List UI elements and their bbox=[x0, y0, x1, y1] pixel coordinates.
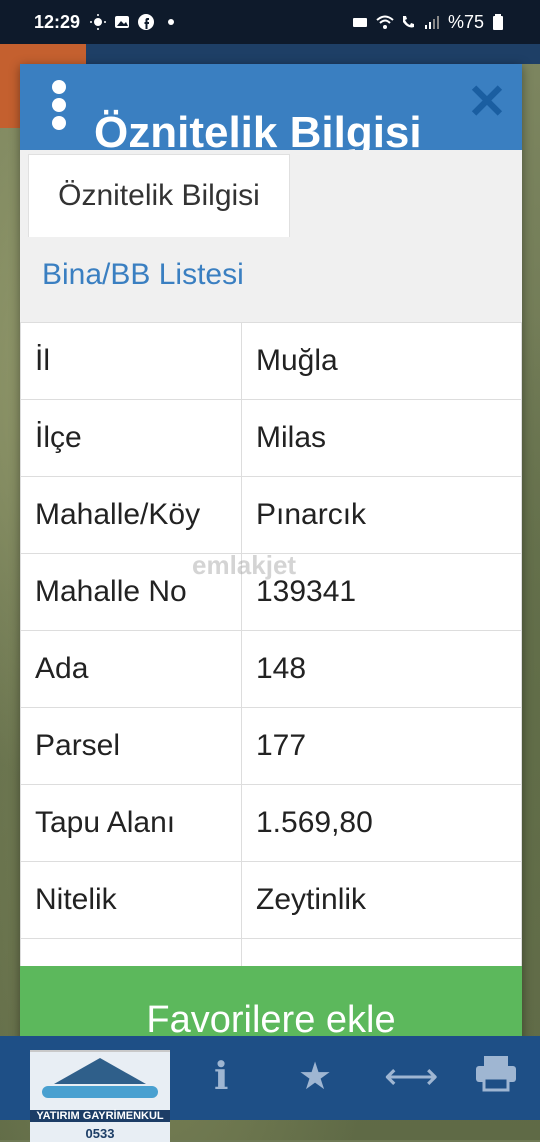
sun-icon bbox=[90, 14, 107, 30]
battery-icon bbox=[492, 14, 508, 30]
tab-attribute-info[interactable]: Öznitelik Bilgisi bbox=[28, 154, 290, 237]
wave-icon bbox=[42, 1086, 158, 1098]
logo-phone: 0533 bbox=[85, 1126, 115, 1141]
dialog-title: Öznitelik Bilgisi bbox=[94, 108, 422, 150]
logo-name: YATIRIM GAYRİMENKUL bbox=[30, 1110, 170, 1122]
table-row: Parsel 177 bbox=[20, 707, 522, 785]
attribute-dialog: Öznitelik Bilgisi ✕ Öznitelik Bilgisi Bi… bbox=[20, 64, 522, 1074]
signal-icon bbox=[424, 14, 440, 30]
battery-level: %75 bbox=[447, 11, 484, 32]
print-icon[interactable] bbox=[474, 1054, 518, 1102]
attribute-table: İl Muğla İlçe Milas Mahalle/Köy Pınarcık… bbox=[20, 322, 522, 1016]
info-icon[interactable]: ℹ bbox=[214, 1054, 228, 1099]
table-row: Ada 148 bbox=[20, 630, 522, 708]
row-value: 1.569,80 bbox=[241, 784, 522, 862]
table-row: İl Muğla bbox=[20, 322, 522, 400]
close-icon[interactable]: ✕ bbox=[466, 79, 508, 127]
row-key: Ada bbox=[20, 630, 242, 708]
cast-icon bbox=[352, 14, 368, 30]
row-value: Muğla bbox=[241, 322, 522, 400]
row-value: 177 bbox=[241, 707, 522, 785]
row-key: Tapu Alanı bbox=[20, 784, 242, 862]
house-roof-icon bbox=[54, 1058, 146, 1084]
dialog-tabs: Öznitelik Bilgisi Bina/BB Listesi bbox=[20, 150, 522, 322]
kebab-menu-icon[interactable] bbox=[52, 80, 68, 130]
status-time: 12:29 bbox=[34, 11, 81, 32]
watermark: emlakjet bbox=[192, 550, 297, 580]
row-value: Zeytinlik bbox=[241, 861, 522, 939]
table-row: Tapu Alanı 1.569,80 bbox=[20, 784, 522, 862]
row-value: Pınarcık bbox=[241, 476, 522, 554]
row-key: Parsel bbox=[20, 707, 242, 785]
status-bar: 12:29 %75 bbox=[0, 0, 540, 44]
measure-icon[interactable]: ⟷ bbox=[384, 1054, 438, 1099]
call-icon bbox=[400, 14, 416, 30]
row-value: 148 bbox=[241, 630, 522, 708]
table-row: Nitelik Zeytinlik bbox=[20, 861, 522, 939]
row-key: Nitelik bbox=[20, 861, 242, 939]
table-row: Mahalle/Köy Pınarcık bbox=[20, 476, 522, 554]
gallery-icon bbox=[114, 14, 130, 30]
map-top-bar bbox=[86, 44, 540, 64]
facebook-icon bbox=[138, 14, 155, 30]
tab-building-list[interactable]: Bina/BB Listesi bbox=[42, 258, 244, 292]
star-icon[interactable]: ★ bbox=[298, 1054, 332, 1099]
row-value: Milas bbox=[241, 399, 522, 477]
company-logo: YATIRIM GAYRİMENKUL 0533 bbox=[30, 1050, 170, 1142]
row-key: Mahalle/Köy bbox=[20, 476, 242, 554]
table-row: İlçe Milas bbox=[20, 399, 522, 477]
row-key: İlçe bbox=[20, 399, 242, 477]
dot-icon bbox=[168, 19, 175, 25]
wifi-icon bbox=[376, 14, 394, 30]
dialog-header: Öznitelik Bilgisi ✕ bbox=[20, 64, 522, 150]
row-key: İl bbox=[20, 322, 242, 400]
